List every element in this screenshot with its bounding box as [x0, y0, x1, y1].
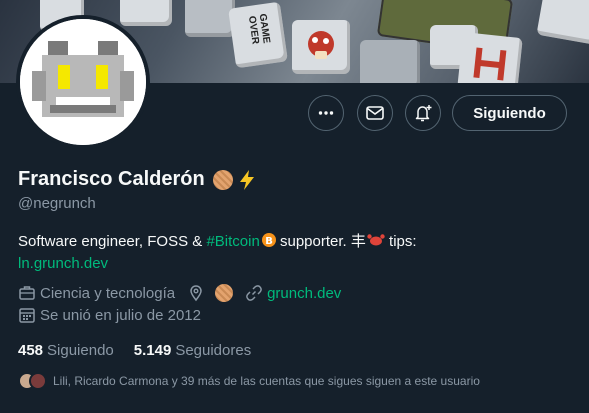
cookie-emoji-icon — [212, 169, 233, 190]
following-label: Siguiendo — [47, 342, 114, 359]
profile-avatar[interactable] — [16, 15, 150, 149]
profile-joined: Se unió en julio de 2012 — [18, 306, 201, 324]
calendar-icon — [19, 308, 35, 323]
profile-bio: Software engineer, FOSS & #Bitcoin B supp… — [18, 231, 563, 275]
letter-h-icon — [473, 47, 507, 81]
avatar — [29, 372, 47, 390]
notifications-button[interactable] — [405, 95, 441, 131]
location-pin-icon — [190, 285, 202, 302]
profile-category: Ciencia y tecnología — [18, 284, 175, 302]
following-button[interactable]: Siguiendo — [452, 95, 567, 131]
banner-keycap — [185, 0, 235, 37]
profile-meta-row: Ciencia y tecnología grunch.dev — [18, 284, 353, 302]
link-icon — [246, 285, 262, 301]
followers-you-know-text: Lili, Ricardo Carmona y 39 más de las cu… — [53, 374, 480, 388]
profile-name: Francisco Calderón — [18, 168, 205, 190]
profile-name-row: Francisco Calderón — [18, 168, 257, 191]
followers-label: Seguidores — [175, 342, 252, 359]
robot-avatar-icon — [20, 19, 146, 145]
bio-tips-link[interactable]: ln.grunch.dev — [18, 255, 108, 272]
website-link[interactable]: grunch.dev — [267, 285, 341, 302]
profile-handle: @negrunch — [18, 195, 96, 212]
profile-stats: 458 Siguiendo 5.149 Seguidores — [18, 342, 271, 359]
message-button[interactable] — [357, 95, 393, 131]
followers-stat[interactable]: 5.149 Seguidores — [134, 342, 271, 359]
banner-keycap — [536, 0, 589, 45]
bitcoin-icon: B — [261, 233, 276, 247]
more-options-button[interactable] — [308, 95, 344, 131]
followers-you-know[interactable]: Lili, Ricardo Carmona y 39 más de las cu… — [18, 372, 480, 390]
bio-text: tips: — [384, 233, 417, 250]
cookie-emoji-icon — [215, 284, 234, 302]
banner-keycap-h — [457, 32, 523, 83]
banner-keycap — [120, 0, 172, 26]
mail-icon — [366, 106, 384, 120]
banner-keycap-gameover: GAME OVER — [228, 1, 288, 69]
followers-count: 5.149 — [133, 342, 172, 359]
category-text: Ciencia y tecnología — [40, 284, 176, 302]
banner-keycap — [360, 40, 420, 83]
banner-keycap-mushroom — [292, 20, 350, 74]
bell-plus-icon — [415, 105, 432, 122]
crab-icon — [367, 234, 385, 246]
briefcase-icon — [19, 286, 35, 300]
profile-location — [187, 284, 234, 302]
joined-text: Se unió en julio de 2012 — [40, 306, 201, 324]
profile-website[interactable]: grunch.dev — [245, 284, 341, 302]
following-stat[interactable]: 458 Siguiendo — [18, 342, 134, 359]
bitcoin-hashtag-link[interactable]: #Bitcoin — [206, 233, 259, 250]
bio-text: Software engineer, FOSS & — [18, 233, 207, 250]
svg-text:B: B — [265, 236, 273, 247]
mushroom-icon — [308, 31, 334, 59]
following-count: 458 — [18, 342, 44, 359]
profile-joined-row: Se unió en julio de 2012 — [18, 306, 213, 324]
lightning-icon — [239, 169, 254, 190]
ellipsis-icon — [318, 111, 334, 115]
mutual-avatars — [18, 372, 47, 390]
bio-text: supporter. 丰 — [275, 233, 366, 250]
